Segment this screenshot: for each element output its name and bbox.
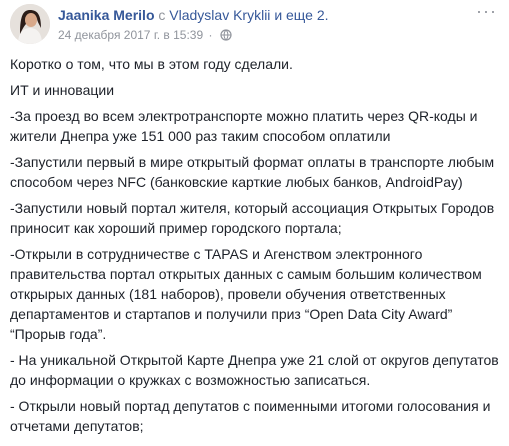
post-body: Коротко о том, что мы в этом году сделал… bbox=[10, 54, 502, 442]
post-paragraph: -Открыли в сотрудничестве с TAPAS и Аген… bbox=[10, 246, 482, 342]
with-prefix: с bbox=[158, 7, 166, 23]
post-paragraph: - Открыли новый портад депутатов с поиме… bbox=[10, 398, 491, 434]
post-meta: 24 декабря 2017 г. в 15:39 · bbox=[58, 27, 232, 45]
post-paragraph: ИТ и инновации bbox=[10, 82, 115, 98]
facebook-post: Jaanika Merilo с Vladyslav Kryklii и еще… bbox=[0, 0, 509, 446]
post-header: Jaanika Merilo с Vladyslav Kryklii и еще… bbox=[58, 6, 329, 24]
post-paragraph: - На уникальной Открытой Карте Днепра уж… bbox=[10, 352, 499, 388]
tagged-more[interactable]: и еще 2. bbox=[274, 7, 328, 23]
avatar[interactable] bbox=[10, 4, 50, 44]
post-paragraph: -Запустили новый портал жителя, который … bbox=[10, 200, 495, 236]
post-paragraph: Коротко о том, что мы в этом году сделал… bbox=[10, 56, 293, 72]
post-paragraph: -За проезд во всем электротранспорте мож… bbox=[10, 108, 478, 144]
meta-separator: · bbox=[208, 28, 213, 42]
globe-icon[interactable] bbox=[220, 29, 232, 45]
post-timestamp[interactable]: 24 декабря 2017 г. в 15:39 bbox=[58, 28, 203, 42]
post-paragraph: -Запустили первый в мире открытый формат… bbox=[10, 154, 495, 190]
tagged-user[interactable]: Vladyslav Kryklii bbox=[169, 7, 270, 23]
author-name[interactable]: Jaanika Merilo bbox=[58, 7, 155, 23]
avatar-photo bbox=[10, 4, 50, 44]
more-options-icon[interactable]: ··· bbox=[476, 2, 497, 20]
